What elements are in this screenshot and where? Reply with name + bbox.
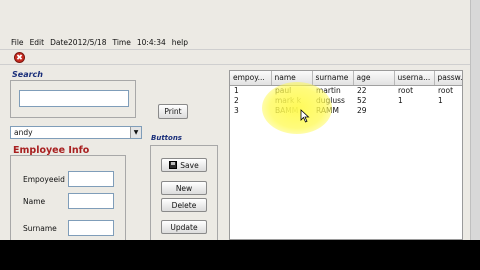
table-cell: 29	[357, 105, 367, 115]
table-cell: mark k	[275, 95, 302, 105]
chevron-down-icon[interactable]: ▼	[130, 127, 141, 138]
table-cell: martin	[316, 85, 341, 95]
new-button[interactable]: New	[161, 181, 207, 195]
table-cell: 1	[398, 95, 403, 105]
table-cell: dugluss	[316, 95, 345, 105]
table-row[interactable]: 2 mark k dugluss 52 1 1	[230, 96, 462, 106]
close-icon[interactable]: ✖	[14, 52, 25, 63]
delete-button[interactable]: Delete	[161, 198, 207, 212]
table-cell: root	[438, 85, 454, 95]
column-header-surname[interactable]: surname	[312, 71, 354, 86]
menu-edit[interactable]: Edit	[30, 38, 45, 47]
buttons-group-label: Buttons	[151, 134, 182, 142]
application-window: File Edit Date2012/5/18 Time 10:4:34 hel…	[0, 0, 480, 240]
column-header-name[interactable]: name	[271, 71, 313, 86]
column-header-username[interactable]: userna...	[394, 71, 435, 86]
table-row[interactable]: 3 BAMM RAMM 29	[230, 106, 462, 116]
save-button-label: Save	[180, 160, 199, 170]
floppy-disk-icon	[169, 161, 178, 169]
table-cell: 1	[438, 95, 443, 105]
menu-file[interactable]: File	[11, 38, 24, 47]
mouse-pointer-icon	[300, 109, 310, 123]
table-cell	[394, 106, 434, 116]
save-button[interactable]: Save	[161, 158, 207, 172]
surname-field[interactable]	[68, 220, 114, 236]
window-edge	[470, 0, 480, 240]
column-header-age[interactable]: age	[353, 71, 395, 86]
table-cell: root	[398, 85, 414, 95]
column-header-empid[interactable]: empoy...	[230, 71, 272, 86]
search-input[interactable]	[19, 90, 129, 107]
empid-field[interactable]	[68, 171, 114, 187]
menu-help[interactable]: help	[172, 38, 188, 47]
table-cell	[434, 106, 462, 116]
table-cell: 3	[234, 105, 239, 115]
print-button[interactable]: Print	[158, 104, 188, 119]
menu-date[interactable]: Date2012/5/18	[50, 38, 106, 47]
name-field[interactable]	[68, 193, 114, 209]
column-header-password[interactable]: passw...	[434, 71, 462, 86]
employee-select-value: andy	[14, 128, 33, 137]
search-label: Search	[12, 70, 43, 79]
surname-label: Surname	[23, 224, 57, 233]
table-header-row: empoy... name surname age userna... pass…	[230, 71, 462, 86]
toolbar: ✖	[0, 49, 470, 65]
empid-label: Empoyeeid	[23, 175, 65, 184]
menu-time-label[interactable]: Time	[112, 38, 130, 47]
table-cell: paul	[275, 85, 292, 95]
table-cell: 52	[357, 95, 367, 105]
table-row[interactable]: 1 paul martin 22 root root	[230, 85, 462, 96]
table-cell: 2	[234, 95, 239, 105]
name-label: Name	[23, 197, 46, 206]
employee-table[interactable]: empoy... name surname age userna... pass…	[229, 70, 463, 240]
table-cell: 22	[357, 85, 367, 95]
employee-select[interactable]: andy ▼	[10, 126, 142, 139]
update-button[interactable]: Update	[161, 220, 207, 234]
table-cell: 1	[234, 85, 239, 95]
table-cell: RAMM	[316, 105, 339, 115]
menu-bar: File Edit Date2012/5/18 Time 10:4:34 hel…	[0, 36, 470, 48]
menu-time-value: 10:4:34	[136, 37, 166, 47]
